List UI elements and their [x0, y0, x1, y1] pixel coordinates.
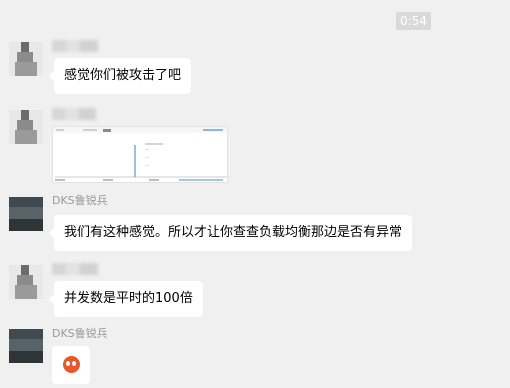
avatar[interactable] — [9, 329, 43, 363]
sender-name: DKS鲁锐兵 — [52, 194, 108, 207]
avatar[interactable] — [9, 110, 43, 144]
sender-name-blurred — [52, 40, 98, 52]
message-bubble[interactable]: 并发数是平时的100倍 — [49, 281, 203, 317]
sticker-message[interactable] — [52, 346, 90, 384]
timestamp: 0:54 — [396, 12, 431, 30]
angry-face-emoji-icon — [63, 356, 80, 373]
message-bubble[interactable]: 感觉你们被攻击了吧 — [48, 58, 192, 94]
image-message[interactable] — [52, 126, 228, 183]
avatar[interactable] — [9, 42, 43, 76]
screenshot-thumbnail — [53, 127, 227, 181]
avatar[interactable] — [9, 265, 43, 299]
sender-name-blurred — [52, 108, 96, 120]
sender-name: DKS鲁锐兵 — [52, 327, 108, 340]
message-bubble[interactable]: 我们有这种感觉。所以才让你查查负载均衡那边是否有异常 — [48, 215, 413, 251]
sender-name-blurred — [52, 263, 98, 275]
avatar[interactable] — [9, 197, 43, 231]
